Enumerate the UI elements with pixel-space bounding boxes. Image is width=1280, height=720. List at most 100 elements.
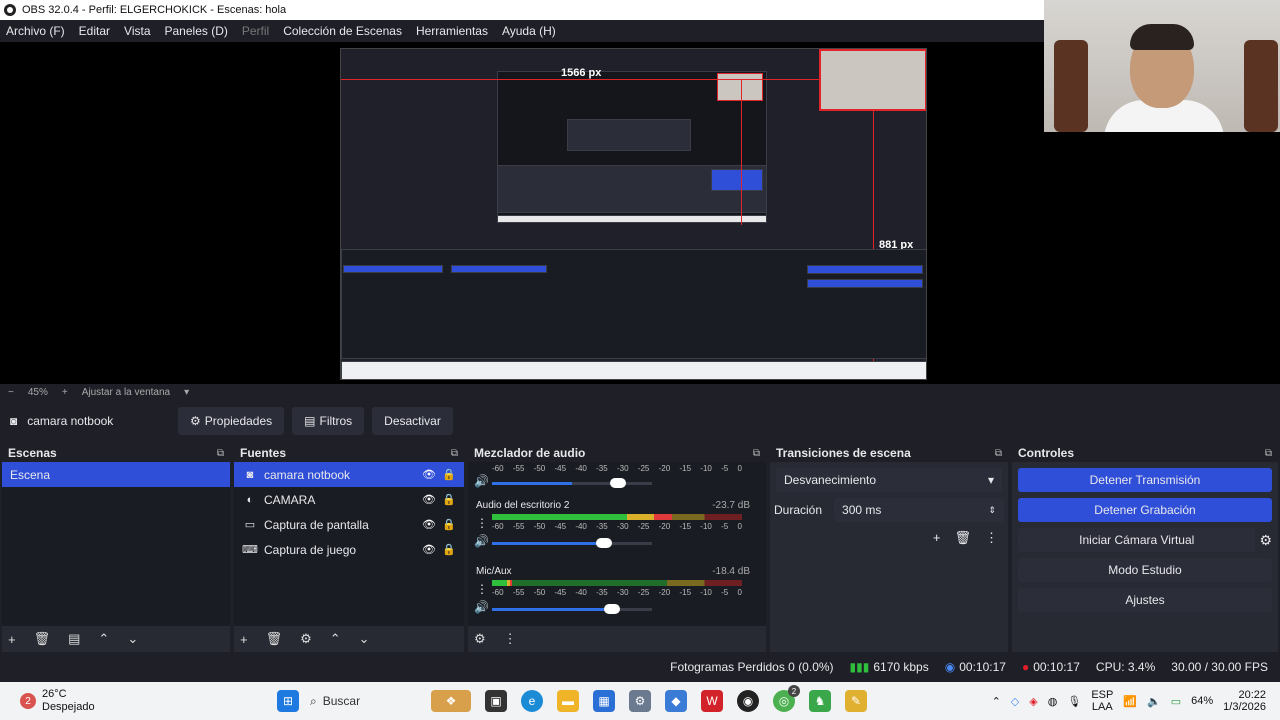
trash-icon[interactable]: 🗑 <box>954 530 971 546</box>
zoom-in-button[interactable]: + <box>62 387 68 398</box>
deactivate-button[interactable]: Desactivar <box>372 407 453 435</box>
properties-button[interactable]: ⚙ Propiedades <box>178 407 285 435</box>
gear-icon[interactable]: ⚙ <box>300 631 312 647</box>
spinner-icon[interactable]: ⇕ <box>988 505 996 516</box>
source-item[interactable]: ◐ CAMARA 👁 🔒 <box>234 487 464 512</box>
chevron-up-icon[interactable]: ⌃ <box>330 631 341 647</box>
weather-widget[interactable]: 2 26°C Despejado <box>0 688 270 714</box>
volume-slider[interactable] <box>492 478 652 488</box>
chevron-up-icon[interactable]: ⌃ <box>98 631 109 647</box>
settings-button[interactable]: Ajustes <box>1018 588 1272 612</box>
battery-icon[interactable]: ▭ <box>1171 695 1181 708</box>
clock[interactable]: 20:22 1/3/2026 <box>1223 689 1266 713</box>
lock-icon[interactable]: 🔒 <box>442 518 456 531</box>
filter-icon[interactable]: ▤ <box>68 631 80 647</box>
task-view-icon[interactable]: ▣ <box>485 690 507 712</box>
add-icon[interactable]: + <box>240 632 248 647</box>
lock-icon[interactable]: 🔒 <box>442 468 456 481</box>
stop-stream-button[interactable]: Detener Transmisión <box>1018 468 1272 492</box>
trash-icon[interactable]: 🗑 <box>34 631 51 647</box>
game-icon[interactable]: ♞ <box>809 690 831 712</box>
zoom-out-button[interactable]: − <box>8 387 14 398</box>
virtual-cam-button[interactable]: Iniciar Cámara Virtual <box>1018 528 1256 552</box>
eye-icon[interactable]: 👁 <box>422 518 436 531</box>
volume-slider[interactable] <box>492 604 652 614</box>
eye-icon[interactable]: 👁 <box>422 493 436 506</box>
edge-icon[interactable]: e <box>521 690 543 712</box>
chrome-icon[interactable]: ◎ 2 <box>773 685 800 712</box>
speaker-icon[interactable]: 🔊 <box>474 600 489 614</box>
tray-icon[interactable]: ◈ <box>1029 695 1037 708</box>
more-icon[interactable]: ⋮ <box>504 631 517 647</box>
preview-area[interactable]: 1566 px 881 px <box>0 0 1280 384</box>
stop-record-button[interactable]: Detener Grabación <box>1018 498 1272 522</box>
audio-level <box>492 514 672 520</box>
sources-header: Fuentes ⧉ <box>234 444 464 462</box>
wifi-icon[interactable]: 📶 <box>1123 695 1137 708</box>
more-icon[interactable]: ⋮ <box>476 516 488 530</box>
chevron-down-icon[interactable]: ⌄ <box>127 631 138 647</box>
menu-coleccion-escenas[interactable]: Colección de Escenas <box>283 24 402 38</box>
taskbar-search[interactable]: ⌕ Buscar <box>310 687 420 715</box>
controls-body: Detener Transmisión Detener Grabación In… <box>1012 462 1278 652</box>
add-icon[interactable]: + <box>8 632 16 647</box>
menu-herramientas[interactable]: Herramientas <box>416 24 488 38</box>
chevron-down-icon[interactable]: ▾ <box>184 387 189 398</box>
volume-knob[interactable] <box>596 538 612 548</box>
chevron-up-icon[interactable]: ⌃ <box>992 695 1001 708</box>
bitrate: 6170 kbps <box>873 660 929 674</box>
source-item[interactable]: ⌨ Captura de juego 👁 🔒 <box>234 537 464 562</box>
lock-icon[interactable]: 🔒 <box>442 493 456 506</box>
float-icon[interactable]: ⧉ <box>1265 448 1272 459</box>
menu-ayuda[interactable]: Ayuda (H) <box>502 24 556 38</box>
trash-icon[interactable]: 🗑 <box>266 631 283 647</box>
source-item[interactable]: ▭ Captura de pantalla 👁 🔒 <box>234 512 464 537</box>
search-icon: ⌕ <box>310 693 317 708</box>
scale-tick: -60 <box>492 522 504 531</box>
menu-paneles[interactable]: Paneles (D) <box>165 24 228 38</box>
eye-icon[interactable]: 👁 <box>422 543 436 556</box>
float-icon[interactable]: ⧉ <box>995 448 1002 459</box>
tray-icon[interactable]: ◍ <box>1048 695 1058 708</box>
windows-start-icon[interactable]: ⊞ <box>277 690 299 712</box>
store-icon[interactable]: ▦ <box>593 690 615 712</box>
app-icon[interactable]: ◆ <box>665 690 687 712</box>
filters-button[interactable]: ▤ Filtros <box>292 407 365 435</box>
paint-icon[interactable]: ✎ <box>845 690 867 712</box>
preview-canvas[interactable]: 1566 px 881 px <box>340 48 927 380</box>
speaker-icon[interactable]: 🔊 <box>474 534 489 548</box>
menu-editar[interactable]: Editar <box>79 24 110 38</box>
studio-mode-button[interactable]: Modo Estudio <box>1018 558 1272 582</box>
wps-icon[interactable]: W <box>701 690 723 712</box>
file-explorer-icon[interactable]: ▬ <box>557 690 579 712</box>
float-icon[interactable]: ⧉ <box>451 448 458 459</box>
duration-input[interactable]: 300 ms ⇕ <box>834 498 1004 522</box>
tray-icon[interactable]: ◇ <box>1011 695 1019 708</box>
volume-knob[interactable] <box>610 478 626 488</box>
transition-select[interactable]: Desvanecimiento ▾ <box>776 468 1002 492</box>
menu-archivo[interactable]: Archivo (F) <box>6 24 65 38</box>
settings-icon[interactable]: ⚙ <box>629 690 651 712</box>
volume-knob[interactable] <box>604 604 620 614</box>
advanced-audio-icon[interactable]: ⚙ <box>474 631 486 647</box>
menu-perfil[interactable]: Perfil <box>242 24 269 38</box>
add-icon[interactable]: + <box>933 530 941 546</box>
lock-icon[interactable]: 🔒 <box>442 543 456 556</box>
float-icon[interactable]: ⧉ <box>753 448 760 459</box>
chevron-down-icon[interactable]: ⌄ <box>359 631 370 647</box>
more-icon[interactable]: ⋮ <box>476 582 488 596</box>
speaker-icon[interactable]: 🔊 <box>474 474 489 488</box>
gear-icon[interactable]: ⚙ <box>1259 532 1272 549</box>
language-indicator[interactable]: ESP LAA <box>1091 689 1113 713</box>
scene-item[interactable]: Escena <box>2 462 230 487</box>
eye-icon[interactable]: 👁 <box>422 468 436 481</box>
volume-slider[interactable] <box>492 538 652 548</box>
microphone-icon[interactable]: 🎙 <box>1067 695 1081 708</box>
widgets-icon[interactable]: ❖ <box>431 690 471 712</box>
float-icon[interactable]: ⧉ <box>217 448 224 459</box>
obs-icon[interactable]: ◉ <box>737 690 759 712</box>
more-icon[interactable]: ⋮ <box>985 530 998 546</box>
menu-vista[interactable]: Vista <box>124 24 150 38</box>
volume-icon[interactable]: 🔈 <box>1147 695 1161 708</box>
source-item[interactable]: ◙ camara notbook 👁 🔒 <box>234 462 464 487</box>
